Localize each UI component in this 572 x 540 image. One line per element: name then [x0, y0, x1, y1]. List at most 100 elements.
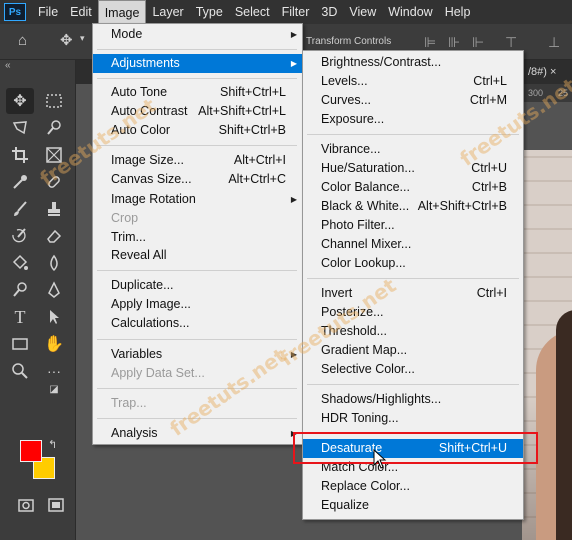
menu-item-photo-filter[interactable]: Photo Filter... — [303, 216, 523, 235]
reset-colors-icon[interactable]: ◪ — [40, 376, 68, 402]
crop-tool-icon[interactable] — [6, 142, 34, 168]
menu-item-label: Auto Color — [111, 123, 171, 137]
menu-item-image-size[interactable]: Image Size... Alt+Ctrl+I — [93, 151, 302, 170]
paint-bucket-tool-icon[interactable] — [6, 250, 34, 276]
brush-tool-icon[interactable] — [6, 196, 34, 222]
menu-edit[interactable]: Edit — [64, 0, 98, 24]
menu-separator — [97, 339, 297, 340]
menu-item-shadows-highlights[interactable]: Shadows/Highlights... — [303, 390, 523, 409]
menu-item-black-white[interactable]: Black & White... Alt+Shift+Ctrl+B — [303, 197, 523, 216]
menu-item-gradient-map[interactable]: Gradient Map... — [303, 341, 523, 360]
document-tab[interactable]: /8#) × — [528, 66, 556, 78]
home-icon[interactable]: ⌂ — [18, 32, 27, 49]
menu-item-label: Analysis — [111, 426, 158, 440]
menu-item-auto-tone[interactable]: Auto Tone Shift+Ctrl+L — [93, 83, 302, 102]
menu-item-shortcut: Ctrl+U — [471, 161, 507, 175]
photoshop-logo[interactable]: Ps — [4, 3, 26, 21]
menu-item-duplicate[interactable]: Duplicate... — [93, 276, 302, 295]
marquee-tool-icon[interactable] — [40, 88, 68, 114]
menu-item-hdr-toning[interactable]: HDR Toning... — [303, 409, 523, 428]
dodge-tool-icon[interactable] — [6, 277, 34, 303]
menu-item-replace-color[interactable]: Replace Color... — [303, 477, 523, 496]
menu-type[interactable]: Type — [190, 0, 229, 24]
menu-layer[interactable]: Layer — [146, 0, 189, 24]
foreground-color-swatch[interactable] — [20, 440, 42, 462]
menu-item-hue-saturation[interactable]: Hue/Saturation... Ctrl+U — [303, 159, 523, 178]
collapse-panel-icon[interactable]: « — [5, 60, 11, 71]
menu-file[interactable]: File — [32, 0, 64, 24]
quick-selection-tool-icon[interactable] — [40, 115, 68, 141]
menu-item-color-lookup[interactable]: Color Lookup... — [303, 254, 523, 273]
menu-filter[interactable]: Filter — [276, 0, 316, 24]
menu-item-calculations[interactable]: Calculations... — [93, 314, 302, 333]
menu-item-invert[interactable]: Invert Ctrl+I — [303, 284, 523, 303]
menu-select[interactable]: Select — [229, 0, 276, 24]
menu-item-image-rotation[interactable]: Image Rotation ▶ — [93, 190, 302, 209]
align-right-icon[interactable]: ⊩ — [472, 34, 484, 51]
menu-item-threshold[interactable]: Threshold... — [303, 322, 523, 341]
menu-separator — [307, 278, 519, 279]
menu-separator — [307, 384, 519, 385]
type-tool-icon[interactable]: T — [6, 304, 34, 330]
align-center-icon[interactable]: ⊪ — [448, 34, 460, 51]
menu-item-crop: Crop — [93, 209, 302, 228]
menu-item-adjustments[interactable]: Adjustments ▶ — [93, 54, 302, 73]
align-top-icon[interactable]: ⊤ — [505, 34, 517, 51]
rectangle-tool-icon[interactable] — [6, 331, 34, 357]
pen-tool-icon[interactable] — [40, 277, 68, 303]
menu-item-brightness-contrast[interactable]: Brightness/Contrast... — [303, 53, 523, 72]
swap-colors-icon[interactable]: ↰ — [48, 438, 57, 451]
clone-stamp-tool-icon[interactable] — [40, 196, 68, 222]
menu-item-reveal-all[interactable]: Reveal All — [93, 246, 302, 265]
hand-tool-icon[interactable]: ✋ — [40, 331, 68, 357]
menu-item-apply-image[interactable]: Apply Image... — [93, 295, 302, 314]
menu-item-channel-mixer[interactable]: Channel Mixer... — [303, 235, 523, 254]
menu-item-variables[interactable]: Variables ▶ — [93, 345, 302, 364]
menu-item-mode[interactable]: Mode ▶ — [93, 25, 302, 44]
menu-item-vibrance[interactable]: Vibrance... — [303, 140, 523, 159]
chevron-down-icon[interactable]: ▾ — [80, 33, 85, 44]
menu-3d[interactable]: 3D — [315, 0, 343, 24]
menu-bar: Ps File Edit Image Layer Type Select Fil… — [0, 0, 572, 24]
menu-item-label: Posterize... — [321, 305, 384, 319]
menu-item-auto-color[interactable]: Auto Color Shift+Ctrl+B — [93, 121, 302, 140]
zoom-tool-icon[interactable] — [6, 358, 34, 384]
move-tool-icon[interactable]: ✥ — [6, 88, 34, 114]
tools-panel: « ✥ T ✋ ··· ◪ ↰ — [0, 60, 76, 540]
canvas-photo[interactable] — [522, 150, 572, 540]
menu-item-exposure[interactable]: Exposure... — [303, 110, 523, 129]
menu-item-label: Image Rotation — [111, 192, 196, 206]
menu-item-equalize[interactable]: Equalize — [303, 496, 523, 515]
menu-item-label: Gradient Map... — [321, 343, 408, 357]
menu-item-label: Replace Color... — [321, 479, 410, 493]
lasso-tool-icon[interactable] — [6, 115, 34, 141]
menu-image[interactable]: Image — [97, 0, 147, 24]
blur-tool-icon[interactable] — [40, 250, 68, 276]
menu-help[interactable]: Help — [439, 0, 477, 24]
screen-mode-icon[interactable] — [42, 492, 70, 518]
transform-controls-label[interactable]: Transform Controls — [306, 36, 391, 47]
move-tool-icon[interactable]: ✥ — [60, 31, 73, 49]
menu-item-levels[interactable]: Levels... Ctrl+L — [303, 72, 523, 91]
menu-item-selective-color[interactable]: Selective Color... — [303, 360, 523, 379]
menu-item-curves[interactable]: Curves... Ctrl+M — [303, 91, 523, 110]
menu-item-canvas-size[interactable]: Canvas Size... Alt+Ctrl+C — [93, 170, 302, 189]
menu-item-analysis[interactable]: Analysis ▶ — [93, 424, 302, 443]
quick-mask-icon[interactable] — [12, 492, 40, 518]
eyedropper-tool-icon[interactable] — [6, 169, 34, 195]
history-brush-tool-icon[interactable] — [6, 223, 34, 249]
menu-item-posterize[interactable]: Posterize... — [303, 303, 523, 322]
menu-item-trim[interactable]: Trim... — [93, 228, 302, 247]
menu-view[interactable]: View — [343, 0, 382, 24]
align-middle-icon[interactable]: ⊥ — [548, 34, 560, 51]
menu-item-label: Trap... — [111, 396, 147, 410]
menu-window[interactable]: Window — [382, 0, 438, 24]
menu-item-color-balance[interactable]: Color Balance... Ctrl+B — [303, 178, 523, 197]
menu-item-label: Adjustments — [111, 56, 180, 70]
healing-brush-tool-icon[interactable] — [40, 169, 68, 195]
align-left-icon[interactable]: ⊫ — [424, 34, 436, 51]
path-selection-tool-icon[interactable] — [40, 304, 68, 330]
menu-item-auto-contrast[interactable]: Auto Contrast Alt+Shift+Ctrl+L — [93, 102, 302, 121]
frame-tool-icon[interactable] — [40, 142, 68, 168]
eraser-tool-icon[interactable] — [40, 223, 68, 249]
